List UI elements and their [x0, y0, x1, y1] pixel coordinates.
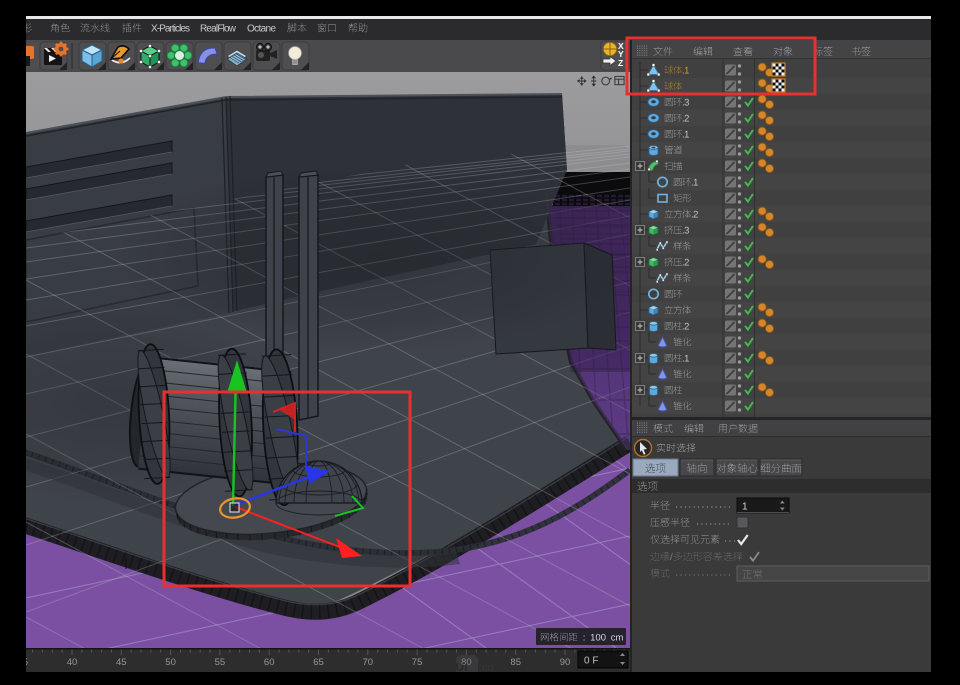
svg-text:Z: Z: [618, 58, 623, 68]
svg-text:85: 85: [510, 657, 521, 668]
svg-text:65: 65: [313, 657, 324, 668]
svg-text:X-Particles: X-Particles: [151, 24, 190, 35]
svg-text:RealFlow: RealFlow: [200, 24, 237, 35]
svg-text:Octane: Octane: [247, 24, 276, 35]
svg-text:55: 55: [215, 657, 226, 668]
svg-text:45: 45: [116, 657, 127, 668]
svg-text:75: 75: [412, 657, 423, 668]
svg-text:40: 40: [67, 657, 78, 668]
svg-text:1: 1: [742, 502, 748, 513]
svg-text:70: 70: [363, 657, 374, 668]
svg-text:50: 50: [165, 657, 176, 668]
svg-text:60: 60: [264, 657, 275, 668]
svg-text:0 F: 0 F: [584, 656, 598, 667]
svg-text:90: 90: [560, 657, 571, 668]
svg-text:UI: UI: [456, 660, 468, 674]
